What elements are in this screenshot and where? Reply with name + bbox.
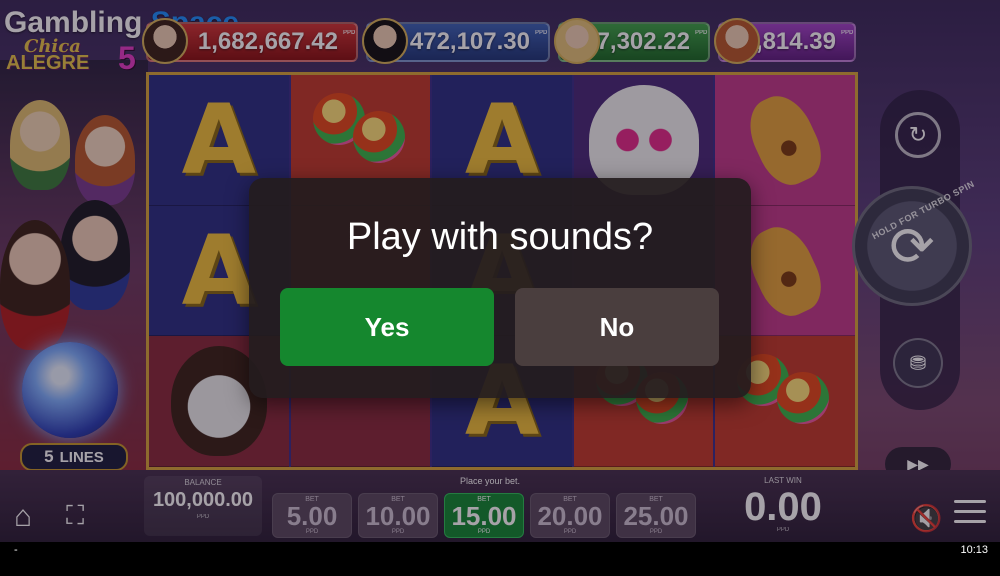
system-bar: - 10:13 (0, 542, 1000, 576)
no-button[interactable]: No (515, 288, 719, 366)
yes-button[interactable]: Yes (280, 288, 494, 366)
system-clock: 10:13 (960, 544, 988, 556)
system-left-text: - (14, 544, 18, 556)
game-screen: 5 LINES Gambling Space Chica ALEGRE 5 1,… (0, 0, 1000, 576)
dialog-question: Play with sounds? (346, 216, 654, 258)
sound-dialog: Play with sounds? Yes No (249, 178, 751, 398)
